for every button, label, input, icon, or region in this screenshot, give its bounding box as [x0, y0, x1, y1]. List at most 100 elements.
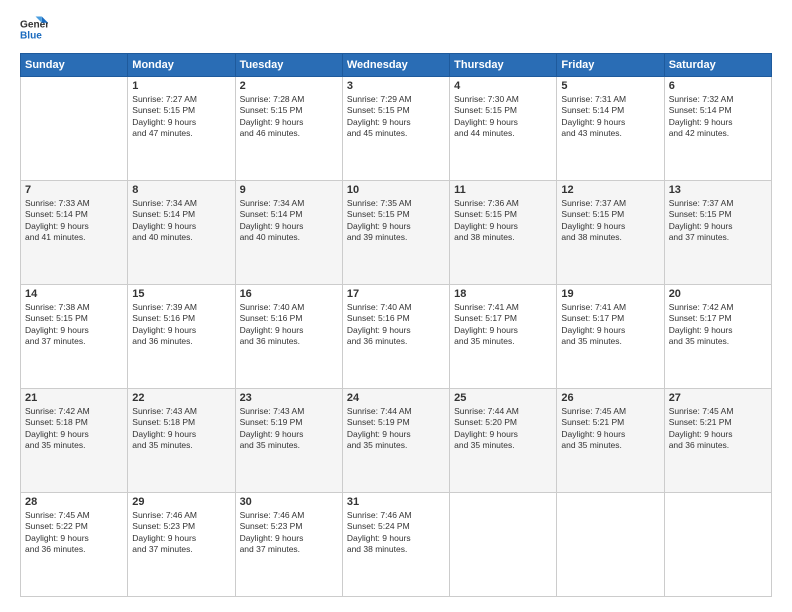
calendar-cell: 24Sunrise: 7:44 AM Sunset: 5:19 PM Dayli… — [342, 389, 449, 493]
calendar-cell: 10 Sunrise: 7:35 AM Sunset: 5:15 PM Dayli… — [342, 181, 449, 285]
day-number: 26 — [561, 392, 659, 404]
day-info: Sunrise: 7:41 AM Sunset: 5:17 PM Dayligh… — [454, 302, 552, 348]
day-info: Sunrise: 7:28 AM Sunset: 5:15 PM Dayligh… — [240, 94, 338, 140]
day-info: Sunrise: 7:27 AM Sunset: 5:15 PM Dayligh… — [132, 94, 230, 140]
calendar-cell: 27Sunrise: 7:45 AM Sunset: 5:21 PM Dayli… — [664, 389, 771, 493]
calendar-cell: 7 Sunrise: 7:33 AM Sunset: 5:14 PM Daylig… — [21, 181, 128, 285]
svg-text:Blue: Blue — [20, 30, 42, 41]
day-number: 4 — [454, 80, 552, 92]
calendar-cell: 14 Sunrise: 7:38 AM Sunset: 5:15 PM Dayli… — [21, 285, 128, 389]
day-info: Sunrise: 7:43 AM Sunset: 5:19 PM Dayligh… — [240, 406, 338, 452]
calendar-cell — [557, 493, 664, 597]
calendar-cell: 12 Sunrise: 7:37 AM Sunset: 5:15 PM Dayli… — [557, 181, 664, 285]
calendar-cell: 13 Sunrise: 7:37 AM Sunset: 5:15 PM Dayli… — [664, 181, 771, 285]
day-info: Sunrise: 7:37 AM Sunset: 5:15 PM Dayligh… — [561, 198, 659, 244]
calendar-cell — [21, 77, 128, 181]
weekday-header-thursday: Thursday — [450, 54, 557, 77]
day-number: 17 — [347, 288, 445, 300]
day-number: 22 — [132, 392, 230, 404]
day-info: Sunrise: 7:36 AM Sunset: 5:15 PM Dayligh… — [454, 198, 552, 244]
day-info: Sunrise: 7:42 AM Sunset: 5:17 PM Dayligh… — [669, 302, 767, 348]
day-number: 9 — [240, 184, 338, 196]
day-number: 8 — [132, 184, 230, 196]
week-row-4: 28 Sunrise: 7:45 AM Sunset: 5:22 PM Dayli… — [21, 493, 772, 597]
calendar-cell: 21 Sunrise: 7:42 AM Sunset: 5:18 PM Dayli… — [21, 389, 128, 493]
day-info: Sunrise: 7:40 AM Sunset: 5:16 PM Dayligh… — [240, 302, 338, 348]
day-info: Sunrise: 7:31 AM Sunset: 5:14 PM Dayligh… — [561, 94, 659, 140]
day-number: 3 — [347, 80, 445, 92]
day-info: Sunrise: 7:42 AM Sunset: 5:18 PM Dayligh… — [25, 406, 123, 452]
day-number: 10 — [347, 184, 445, 196]
day-info: Sunrise: 7:38 AM Sunset: 5:15 PM Dayligh… — [25, 302, 123, 348]
day-info: Sunrise: 7:41 AM Sunset: 5:17 PM Dayligh… — [561, 302, 659, 348]
calendar-cell: 23 Sunrise: 7:43 AM Sunset: 5:19 PM Dayli… — [235, 389, 342, 493]
day-number: 14 — [25, 288, 123, 300]
calendar-cell: 20 Sunrise: 7:42 AM Sunset: 5:17 PM Dayli… — [664, 285, 771, 389]
calendar-cell — [450, 493, 557, 597]
day-info: Sunrise: 7:34 AM Sunset: 5:14 PM Dayligh… — [240, 198, 338, 244]
calendar-cell: 17 Sunrise: 7:40 AM Sunset: 5:16 PM Dayli… — [342, 285, 449, 389]
calendar-cell: 19 Sunrise: 7:41 AM Sunset: 5:17 PM Dayli… — [557, 285, 664, 389]
day-number: 1 — [132, 80, 230, 92]
day-number: 18 — [454, 288, 552, 300]
day-info: Sunrise: 7:45 AM Sunset: 5:21 PM Dayligh… — [669, 406, 767, 452]
weekday-header-row: SundayMondayTuesdayWednesdayThursdayFrid… — [21, 54, 772, 77]
calendar-cell: 15 Sunrise: 7:39 AM Sunset: 5:16 PM Dayli… — [128, 285, 235, 389]
day-number: 30 — [240, 496, 338, 508]
calendar-cell — [664, 493, 771, 597]
calendar-cell: 30 Sunrise: 7:46 AM Sunset: 5:23 PM Dayli… — [235, 493, 342, 597]
week-row-3: 21 Sunrise: 7:42 AM Sunset: 5:18 PM Dayli… — [21, 389, 772, 493]
weekday-header-tuesday: Tuesday — [235, 54, 342, 77]
calendar-cell: 26 Sunrise: 7:45 AM Sunset: 5:21 PM Dayli… — [557, 389, 664, 493]
day-number: 25 — [454, 392, 552, 404]
day-info: Sunrise: 7:46 AM Sunset: 5:23 PM Dayligh… — [240, 510, 338, 556]
day-number: 20 — [669, 288, 767, 300]
calendar-cell: 18 Sunrise: 7:41 AM Sunset: 5:17 PM Dayli… — [450, 285, 557, 389]
day-number: 13 — [669, 184, 767, 196]
day-info: Sunrise: 7:44 AM Sunset: 5:20 PM Dayligh… — [454, 406, 552, 452]
day-info: Sunrise: 7:29 AM Sunset: 5:15 PM Dayligh… — [347, 94, 445, 140]
day-info: Sunrise: 7:43 AM Sunset: 5:18 PM Dayligh… — [132, 406, 230, 452]
calendar-cell: 11Sunrise: 7:36 AM Sunset: 5:15 PM Dayli… — [450, 181, 557, 285]
day-number: 2 — [240, 80, 338, 92]
weekday-header-wednesday: Wednesday — [342, 54, 449, 77]
day-info: Sunrise: 7:46 AM Sunset: 5:24 PM Dayligh… — [347, 510, 445, 556]
day-number: 23 — [240, 392, 338, 404]
calendar-cell: 5Sunrise: 7:31 AM Sunset: 5:14 PM Daylig… — [557, 77, 664, 181]
calendar-cell: 9 Sunrise: 7:34 AM Sunset: 5:14 PM Daylig… — [235, 181, 342, 285]
calendar-cell: 1 Sunrise: 7:27 AM Sunset: 5:15 PM Daylig… — [128, 77, 235, 181]
day-info: Sunrise: 7:46 AM Sunset: 5:23 PM Dayligh… — [132, 510, 230, 556]
week-row-0: 1 Sunrise: 7:27 AM Sunset: 5:15 PM Daylig… — [21, 77, 772, 181]
day-info: Sunrise: 7:40 AM Sunset: 5:16 PM Dayligh… — [347, 302, 445, 348]
day-number: 6 — [669, 80, 767, 92]
day-info: Sunrise: 7:35 AM Sunset: 5:15 PM Dayligh… — [347, 198, 445, 244]
day-info: Sunrise: 7:37 AM Sunset: 5:15 PM Dayligh… — [669, 198, 767, 244]
week-row-1: 7 Sunrise: 7:33 AM Sunset: 5:14 PM Daylig… — [21, 181, 772, 285]
calendar-cell: 31 Sunrise: 7:46 AM Sunset: 5:24 PM Dayli… — [342, 493, 449, 597]
day-info: Sunrise: 7:39 AM Sunset: 5:16 PM Dayligh… — [132, 302, 230, 348]
logo-icon: General Blue — [20, 15, 48, 43]
calendar-cell: 4 Sunrise: 7:30 AM Sunset: 5:15 PM Daylig… — [450, 77, 557, 181]
day-number: 31 — [347, 496, 445, 508]
day-number: 19 — [561, 288, 659, 300]
header: General Blue — [20, 15, 772, 43]
calendar-cell: 2 Sunrise: 7:28 AM Sunset: 5:15 PM Daylig… — [235, 77, 342, 181]
day-number: 15 — [132, 288, 230, 300]
day-info: Sunrise: 7:44 AM Sunset: 5:19 PM Dayligh… — [347, 406, 445, 452]
day-number: 12 — [561, 184, 659, 196]
day-number: 28 — [25, 496, 123, 508]
day-info: Sunrise: 7:30 AM Sunset: 5:15 PM Dayligh… — [454, 94, 552, 140]
calendar-cell: 8 Sunrise: 7:34 AM Sunset: 5:14 PM Daylig… — [128, 181, 235, 285]
day-number: 7 — [25, 184, 123, 196]
weekday-header-monday: Monday — [128, 54, 235, 77]
day-number: 29 — [132, 496, 230, 508]
calendar-cell: 16Sunrise: 7:40 AM Sunset: 5:16 PM Dayli… — [235, 285, 342, 389]
day-info: Sunrise: 7:34 AM Sunset: 5:14 PM Dayligh… — [132, 198, 230, 244]
day-info: Sunrise: 7:45 AM Sunset: 5:21 PM Dayligh… — [561, 406, 659, 452]
day-number: 21 — [25, 392, 123, 404]
day-info: Sunrise: 7:45 AM Sunset: 5:22 PM Dayligh… — [25, 510, 123, 556]
day-info: Sunrise: 7:32 AM Sunset: 5:14 PM Dayligh… — [669, 94, 767, 140]
weekday-header-sunday: Sunday — [21, 54, 128, 77]
day-info: Sunrise: 7:33 AM Sunset: 5:14 PM Dayligh… — [25, 198, 123, 244]
weekday-header-friday: Friday — [557, 54, 664, 77]
